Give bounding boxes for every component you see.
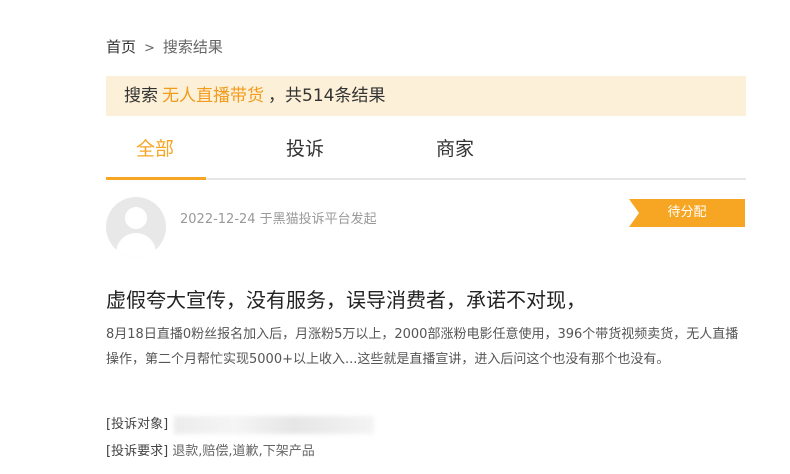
avatar-body-shape — [116, 233, 156, 257]
breadcrumb: 首页 > 搜索结果 — [106, 36, 223, 57]
complaint-demand-row: [投诉要求] 退款,赔偿,道歉,下架产品 — [106, 440, 315, 459]
tab-merchants[interactable]: 商家 — [436, 134, 474, 161]
search-keyword: 无人直播带货 — [162, 86, 264, 106]
active-tab-indicator — [106, 177, 206, 180]
search-result-count: ，共514条结果 — [268, 86, 386, 106]
status-badge: 待分配 — [629, 199, 745, 227]
complaint-target-label: [投诉对象] — [106, 417, 169, 432]
avatar — [106, 197, 166, 257]
search-summary-banner: 搜索 无人直播带货 ，共514条结果 — [106, 76, 746, 116]
search-prefix: 搜索 — [124, 86, 158, 106]
complaint-target-blurred — [174, 415, 375, 434]
avatar-head-shape — [125, 207, 147, 229]
post-excerpt: 8月18日直播0粉丝报名加入后，月涨粉5万以上，2000部涨粉电影任意使用，39… — [106, 327, 739, 367]
post-title[interactable]: 虚假夸大宣传，没有服务，误导消费者，承诺不对现， — [106, 284, 586, 313]
complaint-target-row: [投诉对象] — [106, 413, 375, 434]
breadcrumb-current: 搜索结果 — [162, 38, 223, 56]
tab-all[interactable]: 全部 — [136, 134, 174, 161]
post-meta: 2022-12-24 于黑猫投诉平台发起 — [180, 212, 377, 227]
result-tabs: 全部 投诉 商家 — [106, 126, 746, 180]
breadcrumb-separator: > — [144, 41, 155, 56]
tab-complaints[interactable]: 投诉 — [286, 134, 324, 161]
breadcrumb-home-link[interactable]: 首页 — [106, 38, 136, 56]
complaint-demand-value: 退款,赔偿,道歉,下架产品 — [172, 444, 315, 459]
complaint-demand-label: [投诉要求] — [106, 444, 169, 459]
